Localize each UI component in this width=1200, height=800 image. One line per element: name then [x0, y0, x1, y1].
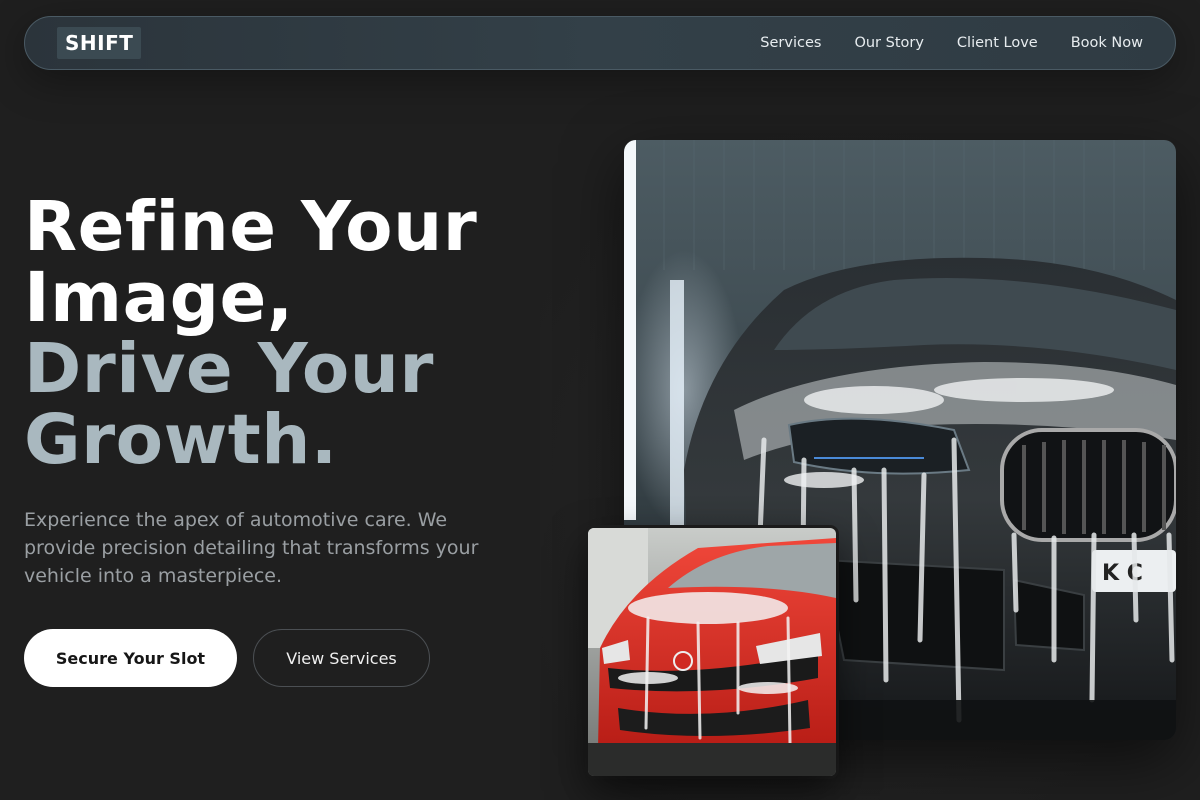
foamed-red-car-image	[588, 528, 836, 776]
hero-title-line2: Drive Your Growth.	[24, 329, 434, 480]
secure-slot-button[interactable]: Secure Your Slot	[24, 629, 237, 687]
nav-links: Services Our Story Client Love Book Now	[760, 35, 1143, 51]
view-services-button[interactable]: View Services	[253, 629, 430, 687]
inset-car-photo	[588, 528, 836, 776]
nav-link-client-love[interactable]: Client Love	[957, 35, 1038, 51]
nav-link-our-story[interactable]: Our Story	[854, 35, 923, 51]
brand-logo[interactable]: SHIFT	[57, 27, 142, 59]
hero-title: Refine Your Image, Drive Your Growth.	[24, 192, 584, 476]
nav-link-book-now[interactable]: Book Now	[1071, 35, 1143, 51]
hero-subtitle: Experience the apex of automotive care. …	[24, 509, 479, 587]
nav-link-services[interactable]: Services	[760, 35, 821, 51]
hero-title-line1: Refine Your Image,	[24, 187, 478, 338]
page: SHIFT Services Our Story Client Love Boo…	[0, 0, 1200, 800]
top-nav: SHIFT Services Our Story Client Love Boo…	[24, 16, 1176, 70]
